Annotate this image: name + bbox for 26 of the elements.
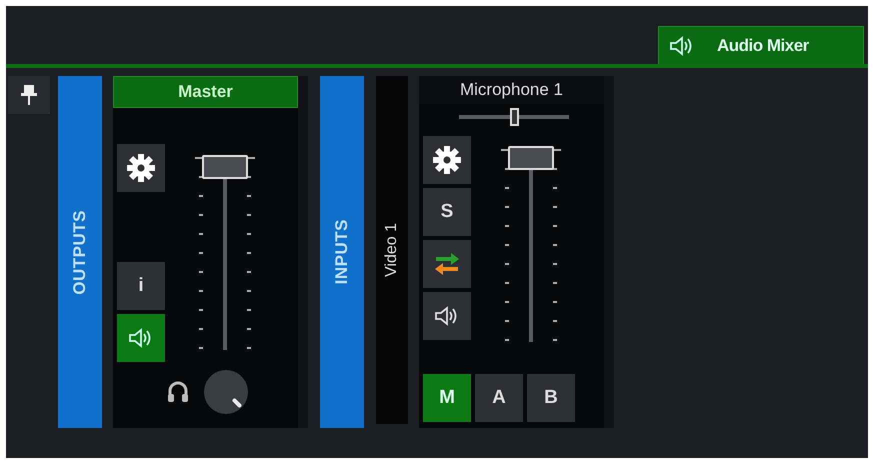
info-button[interactable]: i bbox=[117, 262, 165, 310]
section-label-bar: OUTPUTS bbox=[58, 76, 102, 428]
section-label-bar: INPUTS bbox=[320, 76, 364, 428]
strip-title: Master bbox=[113, 76, 298, 108]
settings-button[interactable] bbox=[117, 144, 165, 192]
bus-button[interactable]: M bbox=[423, 374, 471, 422]
group-label-bar: Video 1 bbox=[376, 76, 408, 424]
volume-knob[interactable] bbox=[202, 369, 248, 415]
solo-button[interactable]: S bbox=[423, 188, 471, 236]
audio-button[interactable] bbox=[423, 292, 471, 340]
slider-thumb[interactable] bbox=[510, 108, 518, 126]
fader-thumb[interactable] bbox=[202, 155, 248, 180]
settings-icon bbox=[432, 145, 462, 175]
audio-mixer-tab[interactable]: Audio Mixer bbox=[658, 26, 864, 64]
bus-button[interactable]: B bbox=[527, 374, 575, 422]
audio-button[interactable] bbox=[117, 314, 165, 362]
headphones-icon bbox=[166, 381, 188, 403]
pin-icon bbox=[20, 84, 38, 106]
settings-icon bbox=[126, 153, 156, 183]
settings-button[interactable] bbox=[423, 136, 471, 184]
route-button[interactable] bbox=[423, 240, 471, 288]
strip-title: Microphone 1 bbox=[419, 76, 604, 104]
pin-button[interactable] bbox=[8, 76, 50, 114]
fader-thumb[interactable] bbox=[508, 146, 554, 170]
bus-button[interactable]: A bbox=[475, 374, 523, 422]
swap-arrows-icon bbox=[433, 251, 461, 277]
